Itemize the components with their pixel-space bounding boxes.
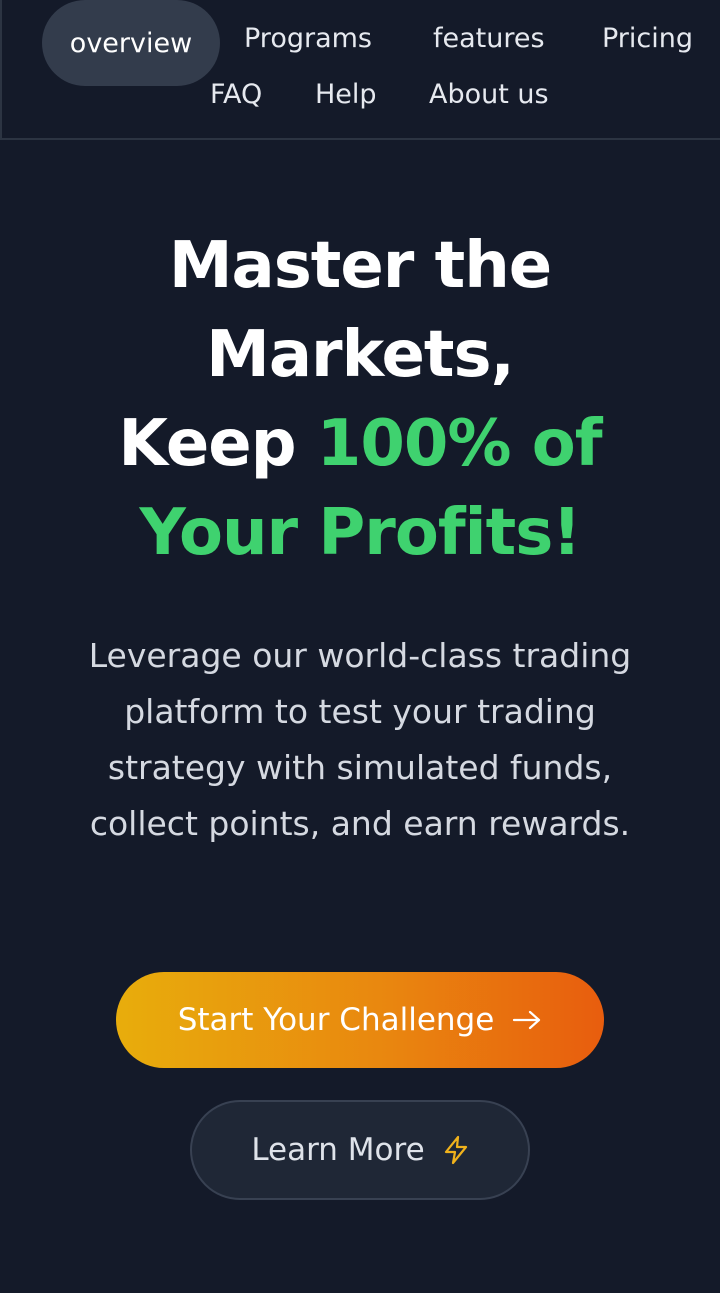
nav-item-pricing[interactable]: Pricing xyxy=(602,25,693,52)
hero-title-highlight-2: Your Profits! xyxy=(139,496,582,570)
hero-title-highlight-1: 100% of xyxy=(316,407,603,481)
nav-item-features[interactable]: features xyxy=(433,25,545,52)
hero-title-line-1: Master the xyxy=(168,229,552,303)
nav-item-faq[interactable]: FAQ xyxy=(210,81,262,108)
hero-description: Leverage our world-class trading platfor… xyxy=(88,636,632,843)
learn-more-button[interactable]: Learn More xyxy=(190,1100,530,1200)
learn-more-label: Learn More xyxy=(251,1132,425,1168)
start-challenge-button[interactable]: Start Your Challenge xyxy=(116,972,604,1068)
lightning-icon xyxy=(443,1135,469,1165)
nav-item-about-us[interactable]: About us xyxy=(429,81,549,108)
hero-title-keep: Keep xyxy=(118,407,317,481)
top-navigation: overview Programs features Pricing FAQ H… xyxy=(0,0,720,140)
hero-title-line-3: Keep 100% of xyxy=(118,407,603,481)
arrow-right-icon xyxy=(512,1009,542,1031)
hero-title-line-2: Markets, xyxy=(206,318,515,392)
nav-item-programs[interactable]: Programs xyxy=(244,25,372,52)
start-challenge-label: Start Your Challenge xyxy=(177,1002,495,1038)
nav-item-overview[interactable]: overview xyxy=(42,0,220,86)
nav-item-help[interactable]: Help xyxy=(315,81,377,108)
hero-title: Master the Markets, Keep 100% of Your Pr… xyxy=(0,222,720,578)
